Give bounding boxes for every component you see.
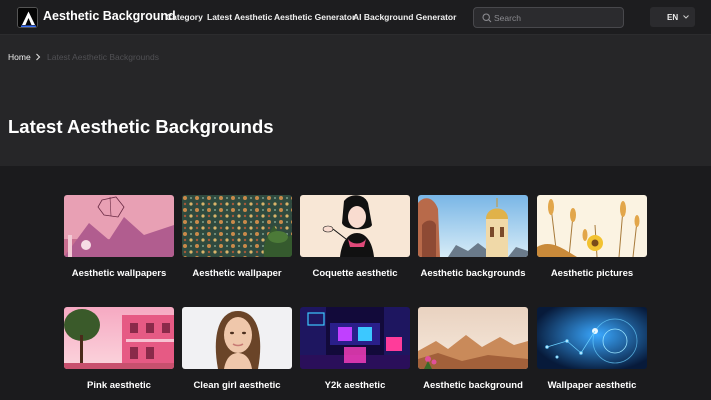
language-label: EN <box>667 13 679 22</box>
thumbnail-image[interactable] <box>182 195 292 257</box>
card-title[interactable]: Y2k aesthetic <box>300 378 410 393</box>
card-title[interactable]: Wallpaper aesthetic <box>537 378 647 393</box>
top-header: Aesthetic Background Category Latest Aes… <box>0 0 711 35</box>
chevron-down-icon <box>683 15 689 19</box>
hero-section: Home Latest Aesthetic Backgrounds Latest… <box>0 35 711 166</box>
nav-aesthetic-generator[interactable]: Aesthetic Generator <box>274 12 355 22</box>
card-title[interactable]: Coquette aesthetic <box>300 266 410 281</box>
thumbnail-image[interactable] <box>64 307 174 369</box>
nav-latest-aesthetic[interactable]: Latest Aesthetic <box>207 12 272 22</box>
search-input[interactable] <box>494 10 619 25</box>
chevron-right-icon <box>36 53 41 61</box>
nav-ai-background-generator[interactable]: AI Background Generator <box>353 12 456 22</box>
card-title[interactable]: Aesthetic background <box>418 378 528 393</box>
thumbnail-image[interactable] <box>537 195 647 257</box>
search-box[interactable] <box>473 7 624 28</box>
thumbnail-image[interactable] <box>300 307 410 369</box>
site-name[interactable]: Aesthetic Background <box>43 9 176 23</box>
language-selector[interactable]: EN <box>650 7 695 27</box>
logo-icon[interactable] <box>17 7 38 28</box>
thumbnail-image[interactable] <box>300 195 410 257</box>
card-title[interactable]: Aesthetic pictures <box>537 266 647 281</box>
card-title[interactable]: Aesthetic backgrounds <box>418 266 528 281</box>
thumbnail-image[interactable] <box>64 195 174 257</box>
thumbnail-image[interactable] <box>537 307 647 369</box>
nav-category[interactable]: Category <box>166 12 203 22</box>
breadcrumb-current: Latest Aesthetic Backgrounds <box>47 52 159 62</box>
card-title[interactable]: Pink aesthetic <box>64 378 174 393</box>
thumbnail-image[interactable] <box>182 307 292 369</box>
breadcrumb-home[interactable]: Home <box>8 52 31 62</box>
thumbnail-image[interactable] <box>418 195 528 257</box>
card-title[interactable]: Aesthetic wallpapers <box>64 266 174 281</box>
page-title: Latest Aesthetic Backgrounds <box>8 116 274 137</box>
card-title[interactable]: Clean girl aesthetic <box>182 378 292 393</box>
search-icon <box>482 13 492 23</box>
thumbnail-image[interactable] <box>418 307 528 369</box>
card-title[interactable]: Aesthetic wallpaper <box>182 266 292 281</box>
